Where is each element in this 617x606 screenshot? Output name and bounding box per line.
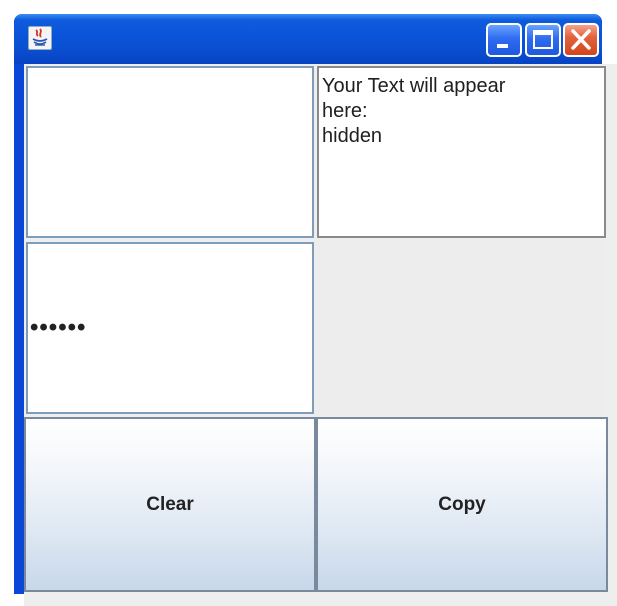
output-text: Your Text will appear here: hidden	[322, 75, 506, 147]
copy-button-label: Copy	[438, 493, 486, 515]
clear-button[interactable]: Clear	[24, 417, 316, 592]
clear-button-label: Clear	[146, 493, 194, 515]
maximize-icon	[533, 30, 553, 49]
maximize-button[interactable]	[525, 23, 561, 57]
java-icon[interactable]	[28, 26, 52, 50]
password-field[interactable]: ••••••	[26, 242, 314, 414]
output-text-area[interactable]: Your Text will appear here: hidden	[317, 66, 606, 238]
close-button[interactable]	[563, 23, 599, 57]
title-bar[interactable]	[14, 14, 602, 64]
application-window: Your Text will appear here: hidden •••••…	[14, 14, 617, 606]
copy-button[interactable]: Copy	[316, 417, 608, 592]
text-input-field[interactable]	[26, 66, 314, 238]
password-mask: ••••••	[30, 314, 87, 341]
close-icon	[571, 29, 591, 50]
empty-panel	[315, 240, 606, 416]
minimize-icon	[497, 44, 508, 48]
minimize-button[interactable]	[486, 23, 522, 57]
content-panel: Your Text will appear here: hidden •••••…	[24, 64, 617, 606]
